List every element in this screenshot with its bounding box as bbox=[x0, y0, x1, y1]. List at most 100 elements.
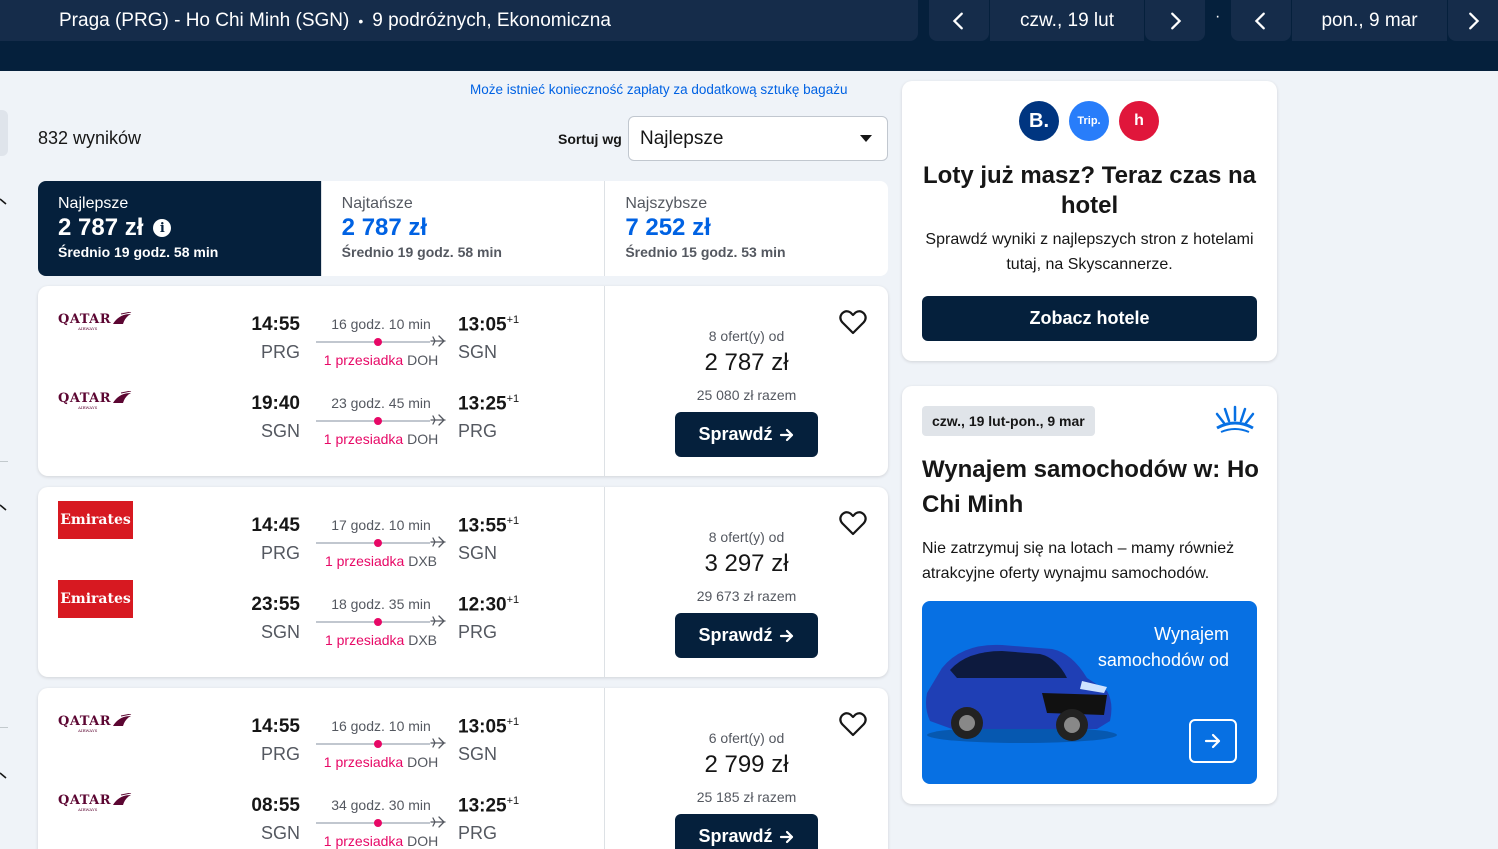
arrival-time-row: 13:25+1 bbox=[458, 393, 538, 415]
flight-duration-info: 34 godz. 30 min 1 przesiadka DOH bbox=[316, 797, 446, 849]
tab-label: Najtańsze bbox=[341, 195, 413, 212]
plane-icon bbox=[430, 335, 446, 347]
hotel-promo-desc: Sprawdź wyniki z najlepszych stron z hot… bbox=[925, 231, 1254, 273]
flight-leg: QATAR AIRWAYS 14:55 PRG 16 godz. 10 min 1 prz… bbox=[38, 286, 605, 369]
stop-airport: DXB bbox=[408, 632, 438, 648]
departure: 14:45 PRG bbox=[238, 515, 300, 564]
offers-count: 8 ofert(y) od bbox=[708, 529, 785, 545]
arrival-time-row: 13:55+1 bbox=[458, 515, 538, 537]
stops-info: 1 przesiadka DXB bbox=[316, 632, 446, 648]
car-promo-title: Wynajem samochodów w: Ho Chi Minh bbox=[922, 456, 1259, 518]
see-hotels-button[interactable]: Zobacz hotele bbox=[922, 296, 1257, 341]
search-summary[interactable]: Praga (PRG) - Ho Chi Minh (SGN) • 9 podr… bbox=[0, 0, 918, 41]
day-offset: +1 bbox=[506, 314, 520, 326]
day-offset: +1 bbox=[506, 393, 520, 405]
check-button[interactable]: Sprawdź bbox=[675, 412, 818, 457]
arrival-time-row: 13:25+1 bbox=[458, 795, 538, 817]
flight-leg: QATAR AIRWAYS 08:55 SGN 34 godz. 30 min 1 prz… bbox=[38, 767, 605, 849]
tab-best[interactable]: Najlepsze 2 787 zł i Średnio 19 godz. 58… bbox=[38, 181, 322, 276]
tab-duration: Średnio 15 godz. 53 min bbox=[625, 244, 786, 260]
check-button[interactable]: Sprawdź bbox=[675, 814, 818, 849]
caret-down-icon bbox=[860, 135, 872, 142]
stop-airport: DOH bbox=[407, 833, 439, 849]
qatar-logo-text: QATAR bbox=[58, 311, 112, 327]
tab-cheapest[interactable]: Najtańsze 2 787 zł Średnio 19 godz. 58 m… bbox=[322, 181, 606, 276]
return-next-button[interactable] bbox=[1448, 0, 1498, 41]
sort-tabs: Najlepsze 2 787 zł i Średnio 19 godz. 58… bbox=[38, 181, 888, 276]
baggage-note-link[interactable]: Może istnieć konieczność zapłaty za doda… bbox=[470, 82, 847, 97]
qatar-logo-subtext: AIRWAYS bbox=[78, 806, 98, 812]
flight-duration-info: 23 godz. 45 min 1 przesiadka DOH bbox=[316, 395, 446, 447]
car-rental-banner[interactable]: Wynajem samochodów od bbox=[922, 601, 1257, 784]
info-icon[interactable]: i bbox=[153, 219, 172, 237]
depart-next-button[interactable] bbox=[1145, 0, 1205, 41]
departure: 14:55 PRG bbox=[238, 314, 300, 363]
departure-time: 23:55 bbox=[251, 594, 300, 615]
depart-prev-button[interactable] bbox=[929, 0, 989, 41]
qatar-logo-text: QATAR bbox=[58, 792, 112, 808]
arrival: 13:25+1 PRG bbox=[458, 795, 538, 844]
filter-panel-edge bbox=[0, 110, 8, 156]
stops-count: 1 przesiadka bbox=[324, 632, 405, 648]
tab-fastest[interactable]: Najszybsze 7 252 zł Średnio 15 godz. 53 … bbox=[605, 181, 888, 276]
flight-result-card[interactable]: QATAR AIRWAYS 14:55 PRG 16 godz. 10 min 1 prz… bbox=[38, 688, 888, 849]
arrival-time-row: 12:30+1 bbox=[458, 594, 538, 616]
route-line bbox=[316, 615, 446, 628]
arrival-airport: PRG bbox=[458, 421, 498, 442]
qatar-airways-logo: QATAR AIRWAYS bbox=[58, 390, 133, 410]
oryx-logo-icon bbox=[113, 312, 132, 324]
plane-icon bbox=[430, 414, 446, 426]
arrival-time: 13:25 bbox=[458, 393, 507, 415]
return-prev-button[interactable] bbox=[1231, 0, 1291, 41]
day-offset: +1 bbox=[506, 716, 520, 728]
chevron-up-icon[interactable] bbox=[0, 193, 8, 211]
car-rental-promo-card: czw., 19 lut-pon., 9 mar Wynajem samocho… bbox=[902, 386, 1277, 804]
airline-logo: QATAR AIRWAYS bbox=[58, 702, 134, 740]
flight-leg: QATAR AIRWAYS 19:40 SGN 23 godz. 45 min 1 prz… bbox=[38, 365, 605, 448]
arrival-time: 12:30 bbox=[458, 594, 507, 616]
stop-airport: DOH bbox=[407, 431, 439, 447]
stop-dot bbox=[374, 740, 382, 748]
departure-airport: SGN bbox=[260, 421, 300, 441]
check-button[interactable]: Sprawdź bbox=[675, 613, 818, 658]
route-text: Praga (PRG) - Ho Chi Minh (SGN) bbox=[59, 9, 350, 31]
chevron-right-icon bbox=[1171, 12, 1182, 29]
emirates-logo: Emirates bbox=[58, 580, 133, 618]
arrival-time: 13:05 bbox=[458, 716, 507, 738]
flight-duration: 17 godz. 10 min bbox=[331, 517, 431, 533]
departure-airport: PRG bbox=[260, 543, 300, 563]
flight-leg: Emirates 23:55 SGN 18 godz. 35 min 1 przesia… bbox=[38, 566, 605, 648]
return-date[interactable]: pon., 9 mar bbox=[1292, 0, 1447, 41]
itinerary: Emirates 14:45 PRG 17 godz. 10 min 1 przesia… bbox=[38, 487, 605, 677]
departure-time: 14:55 bbox=[251, 716, 300, 737]
departure-time: 19:40 bbox=[251, 393, 300, 414]
sort-select[interactable]: Najlepsze bbox=[628, 116, 888, 161]
departure-airport: PRG bbox=[260, 342, 300, 362]
car-partner-logo-icon bbox=[1215, 405, 1255, 433]
itinerary: QATAR AIRWAYS 14:55 PRG 16 godz. 10 min 1 prz… bbox=[38, 688, 605, 849]
arrival-time: 13:05 bbox=[458, 314, 507, 336]
emirates-logo: Emirates bbox=[58, 501, 133, 539]
chevron-up-icon[interactable] bbox=[0, 499, 8, 517]
route-line bbox=[316, 816, 446, 829]
qatar-airways-logo: QATAR AIRWAYS bbox=[58, 311, 133, 331]
stops-count: 1 przesiadka bbox=[323, 833, 404, 849]
arrow-right-icon bbox=[779, 629, 793, 642]
itinerary: QATAR AIRWAYS 14:55 PRG 16 godz. 10 min 1 prz… bbox=[38, 286, 605, 476]
departure-time: 14:45 bbox=[251, 515, 300, 536]
booking-logo-icon: B. bbox=[1019, 101, 1059, 141]
flight-result-card[interactable]: Emirates 14:45 PRG 17 godz. 10 min 1 przesia… bbox=[38, 487, 888, 677]
flight-result-card[interactable]: QATAR AIRWAYS 14:55 PRG 16 godz. 10 min 1 prz… bbox=[38, 286, 888, 476]
route-line bbox=[316, 737, 446, 750]
flight-leg: QATAR AIRWAYS 14:55 PRG 16 godz. 10 min 1 prz… bbox=[38, 688, 605, 771]
depart-date[interactable]: czw., 19 lut bbox=[990, 0, 1144, 41]
flight-duration: 16 godz. 10 min bbox=[331, 316, 431, 332]
date-separator: · bbox=[1215, 8, 1221, 25]
price: 3 297 zł bbox=[704, 550, 789, 577]
price: 2 799 zł bbox=[704, 751, 789, 778]
car-banner-arrow-button[interactable] bbox=[1189, 719, 1237, 763]
arrival-airport: SGN bbox=[458, 342, 498, 363]
hotel-promo-title: Loty już masz? Teraz czas na hotel bbox=[923, 162, 1256, 219]
chevron-up-icon[interactable] bbox=[0, 767, 8, 785]
qatar-logo-text: QATAR bbox=[58, 390, 112, 406]
